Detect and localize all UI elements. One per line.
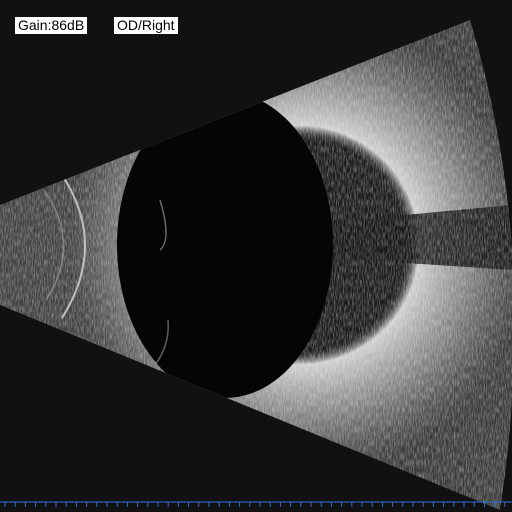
eye-label: OD/Right <box>114 17 178 34</box>
b-scan-image <box>0 20 512 510</box>
gain-label: Gain:86dB <box>15 17 88 34</box>
scan-fan <box>0 20 512 510</box>
ultrasound-scan-view: Gain:86dB OD/Right <box>0 0 512 512</box>
vitreous-cavity <box>117 92 333 398</box>
